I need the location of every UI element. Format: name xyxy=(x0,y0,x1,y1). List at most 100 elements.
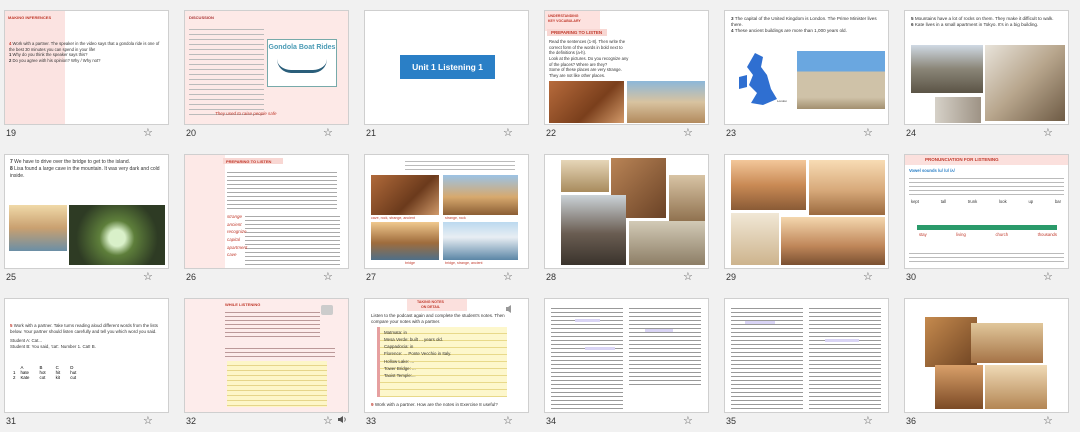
slide-number: 19 xyxy=(6,128,17,138)
slide-number: 26 xyxy=(186,272,197,282)
slide-24[interactable]: 5 Mountains have a lot of rocks on them.… xyxy=(900,0,1080,144)
star-icon[interactable]: ☆ xyxy=(143,126,153,139)
star-icon[interactable]: ☆ xyxy=(1043,414,1053,427)
speaker-icon[interactable] xyxy=(337,415,347,424)
highlight xyxy=(585,347,615,350)
note-line: Florence: ... Ponte Vecchio in Italy. xyxy=(384,351,452,357)
exercise-text xyxy=(405,158,515,172)
slide-thumbnail[interactable]: 5 Work with a partner. Take turns readin… xyxy=(4,298,169,413)
valley-photo xyxy=(731,213,779,265)
slide-thumbnail[interactable] xyxy=(724,154,889,269)
slide-thumbnail[interactable]: 5 Mountains have a lot of rocks on them.… xyxy=(904,10,1069,125)
star-icon[interactable]: ☆ xyxy=(863,414,873,427)
star-icon[interactable]: ☆ xyxy=(503,270,513,283)
slide-31[interactable]: 5 Work with a partner. Take turns readin… xyxy=(0,288,180,432)
slide-22[interactable]: UNDERSTANDING KEY VOCABULARY PREPARING T… xyxy=(540,0,720,144)
photo-caption: bridge, strange, ancient xyxy=(445,261,483,265)
handwritten-answer: ancient xyxy=(227,221,242,227)
slide-32[interactable]: WHILE LISTENING 32 ☆ xyxy=(180,288,360,432)
slide-thumbnail[interactable]: PRONUNCIATION FOR LISTENING Vowel sounds… xyxy=(904,154,1069,269)
bridge-photo xyxy=(9,205,67,251)
apartment-photo xyxy=(985,45,1065,121)
star-icon[interactable]: ☆ xyxy=(323,126,333,139)
slide-34[interactable]: 34 ☆ xyxy=(540,288,720,432)
slide-36[interactable]: 36 ☆ xyxy=(900,288,1080,432)
pronunciation-text xyxy=(909,175,1064,197)
slide-thumbnail[interactable]: DISCUSSION Gondola Boat Rides They used … xyxy=(184,10,349,125)
star-icon[interactable]: ☆ xyxy=(683,270,693,283)
star-icon[interactable]: ☆ xyxy=(503,126,513,139)
slide-number: 22 xyxy=(546,128,557,138)
slide-thumbnail[interactable]: WHILE LISTENING xyxy=(184,298,349,413)
section-bar: PREPARING TO LISTEN xyxy=(226,159,272,164)
cave-dwellings-photo xyxy=(549,81,624,123)
slide-thumbnail[interactable]: MAKING INFERENCES 4 Work with a partner.… xyxy=(4,10,169,125)
street-photo xyxy=(561,160,609,192)
slide-heading: TAKING NOTES xyxy=(417,300,444,304)
audio-icon[interactable] xyxy=(505,301,515,313)
slide-number: 27 xyxy=(366,272,377,282)
slide-25[interactable]: 7 We have to drive over the bridge to ge… xyxy=(0,144,180,288)
star-icon[interactable]: ☆ xyxy=(503,414,513,427)
star-icon[interactable]: ☆ xyxy=(863,270,873,283)
map-label: London xyxy=(777,99,788,103)
slide-thumbnail[interactable]: PREPARING TO LISTEN strange ancient reco… xyxy=(184,154,349,269)
handwritten-answer: cave xyxy=(227,252,237,258)
subheading: Vowel sounds /u/ /ʊ/ /ʌ/ xyxy=(909,168,955,173)
slide-heading-2: ON DETAIL xyxy=(421,305,441,309)
slide-number: 25 xyxy=(6,272,17,282)
slide-number: 20 xyxy=(186,128,197,138)
slide-35[interactable]: 35 ☆ xyxy=(720,288,900,432)
photo-caption: cave, rock, strange, ancient xyxy=(371,216,415,220)
cave-rock-photo xyxy=(371,175,439,215)
slide-number: 32 xyxy=(186,416,197,426)
slide-28[interactable]: 28 ☆ xyxy=(540,144,720,288)
slide-thumbnail[interactable]: TAKING NOTES ON DETAIL Listen to the pod… xyxy=(364,298,529,413)
slide-thumbnail[interactable]: 7 We have to drive over the bridge to ge… xyxy=(4,154,169,269)
question-2: 2 Do you agree with his opinion? Why / W… xyxy=(9,58,101,64)
strange-rock-photo xyxy=(443,175,518,215)
star-icon[interactable]: ☆ xyxy=(863,126,873,139)
slide-thumbnail[interactable]: UNDERSTANDING KEY VOCABULARY PREPARING T… xyxy=(544,10,709,125)
slide-thumbnail[interactable] xyxy=(544,154,709,269)
slide-thumbnail[interactable] xyxy=(724,298,889,413)
discussion-text xyxy=(189,25,264,117)
slide-29[interactable]: 29 ☆ xyxy=(720,144,900,288)
star-icon[interactable]: ☆ xyxy=(143,270,153,283)
table-header xyxy=(917,225,1057,230)
star-icon[interactable]: ☆ xyxy=(1043,126,1053,139)
handwritten-answer: capital xyxy=(227,236,241,242)
slide-21[interactable]: Unit 1 Listening 1 21 ☆ xyxy=(360,0,540,144)
star-icon[interactable]: ☆ xyxy=(143,414,153,427)
star-icon[interactable]: ☆ xyxy=(323,414,333,427)
slide-number: 31 xyxy=(6,416,17,426)
star-icon[interactable]: ☆ xyxy=(683,414,693,427)
slide-thumbnail[interactable]: Unit 1 Listening 1 xyxy=(364,10,529,125)
slide-19[interactable]: MAKING INFERENCES 4 Work with a partner.… xyxy=(0,0,180,144)
word-row: kept tall trunk look up bar xyxy=(911,199,1061,204)
highlight xyxy=(825,339,859,342)
cave-photo xyxy=(69,205,165,265)
photo-caption: bridge xyxy=(405,261,415,265)
slide-thumbnail[interactable] xyxy=(904,298,1069,413)
slide-33[interactable]: TAKING NOTES ON DETAIL Listen to the pod… xyxy=(360,288,540,432)
sentence-4: 4 These ancient buildings are more than … xyxy=(731,28,847,34)
star-icon[interactable]: ☆ xyxy=(1043,270,1053,283)
slide-20[interactable]: DISCUSSION Gondola Boat Rides They used … xyxy=(180,0,360,144)
fairy-chimneys-photo xyxy=(781,217,885,265)
highlight xyxy=(645,329,673,332)
slide-thumbnail[interactable] xyxy=(544,298,709,413)
slide-thumbnail[interactable]: 3 The capital of the United Kingdom is L… xyxy=(724,10,889,125)
star-icon[interactable]: ☆ xyxy=(683,126,693,139)
slide-23[interactable]: 3 The capital of the United Kingdom is L… xyxy=(720,0,900,144)
handwritten-note: They used to raise people safe xyxy=(215,111,277,116)
slide-27[interactable]: cave, rock, strange, ancient strange, ro… xyxy=(360,144,540,288)
section-bar: PREPARING TO LISTEN xyxy=(551,30,603,35)
slide-thumbnail[interactable]: cave, rock, strange, ancient strange, ro… xyxy=(364,154,529,269)
rocks-photo xyxy=(911,45,983,93)
slide-26[interactable]: PREPARING TO LISTEN strange ancient reco… xyxy=(180,144,360,288)
notes-paper: Matmata: in Mesa Verde: built ... years … xyxy=(377,327,507,397)
star-icon[interactable]: ☆ xyxy=(323,270,333,283)
audio-icon[interactable] xyxy=(321,305,333,315)
slide-30[interactable]: PRONUNCIATION FOR LISTENING Vowel sounds… xyxy=(900,144,1080,288)
